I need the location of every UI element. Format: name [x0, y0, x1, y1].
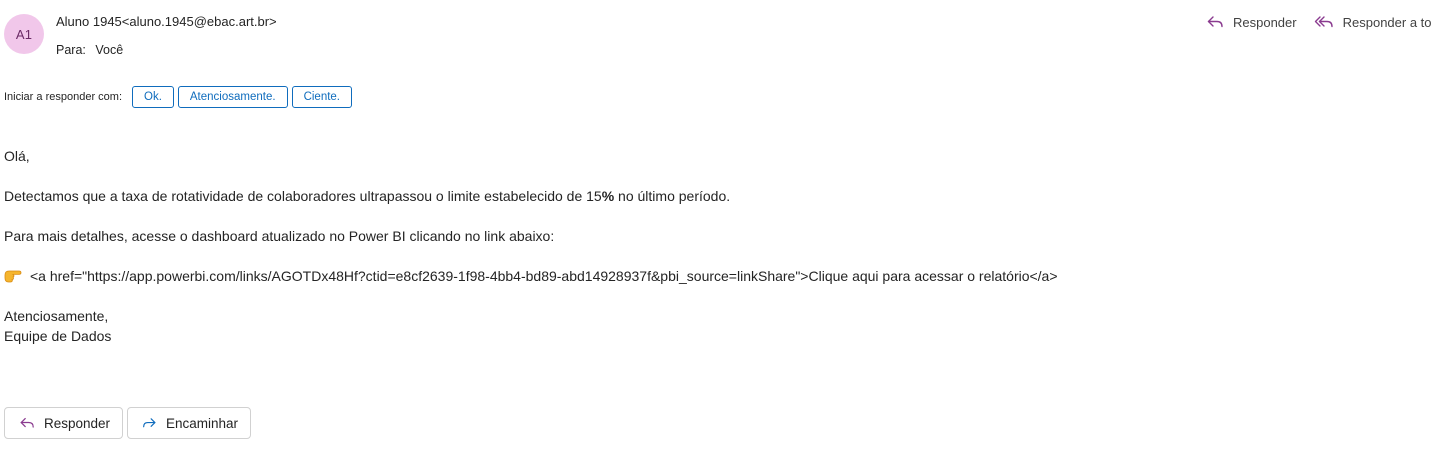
body-link-text[interactable]: <a href="https://app.powerbi.com/links/A… — [30, 268, 1058, 284]
body-greeting: Olá, — [4, 148, 30, 164]
pointing-hand-icon — [4, 270, 22, 283]
body-paragraph-1-post: no último período. — [614, 188, 731, 204]
header-actions: Responder Responder a to — [1206, 12, 1436, 32]
pointing-hand-emoji — [4, 267, 22, 288]
reply-all-button-header[interactable]: Responder a to — [1314, 14, 1432, 30]
reply-all-label: Responder a to — [1342, 14, 1432, 30]
reply-icon — [20, 417, 34, 428]
email-reading-pane: A1 Aluno 1945<aluno.1945@ebac.art.br> Pa… — [0, 0, 1436, 450]
reply-button-header[interactable]: Responder — [1206, 14, 1297, 30]
forward-button-label: Encaminhar — [165, 415, 238, 431]
bottom-actions: Responder Encaminhar — [4, 407, 255, 439]
forward-icon — [143, 418, 156, 428]
quick-reply-atenciosamente[interactable]: Atenciosamente. — [177, 86, 288, 108]
to-line: Para: Você — [56, 43, 123, 57]
body-link-line: <a href="https://app.powerbi.com/links/A… — [4, 266, 1058, 288]
quick-reply-ok[interactable]: Ok. — [132, 86, 174, 108]
body-paragraph-1-pre: Detectamos que a taxa de rotatividade de… — [4, 188, 602, 204]
quick-reply-ciente[interactable]: Ciente. — [291, 86, 352, 108]
reply-label: Responder — [1233, 14, 1297, 30]
body-closing: Atenciosamente, — [4, 308, 109, 324]
body-paragraph-1: Detectamos que a taxa de rotatividade de… — [4, 186, 730, 206]
reply-all-icon — [1314, 16, 1333, 28]
avatar-initials: A1 — [15, 26, 33, 42]
forward-button[interactable]: Encaminhar — [127, 407, 251, 439]
reply-button-label: Responder — [43, 415, 110, 431]
body-paragraph-1-bold: % — [601, 188, 615, 204]
to-recipient[interactable]: Você — [95, 43, 123, 57]
quick-reply-bar: Iniciar a responder com: Ok. Atenciosame… — [4, 85, 356, 109]
body-signature: Equipe de Dados — [4, 328, 112, 344]
to-label: Para: — [56, 43, 86, 57]
sender-name[interactable]: Aluno 1945<aluno.1945@ebac.art.br> — [56, 14, 277, 29]
reply-button[interactable]: Responder — [4, 407, 123, 439]
avatar[interactable]: A1 — [4, 14, 44, 54]
body-paragraph-2: Para mais detalhes, acesse o dashboard a… — [4, 228, 555, 244]
quick-reply-label: Iniciar a responder com: — [4, 91, 122, 103]
reply-icon — [1207, 16, 1223, 28]
